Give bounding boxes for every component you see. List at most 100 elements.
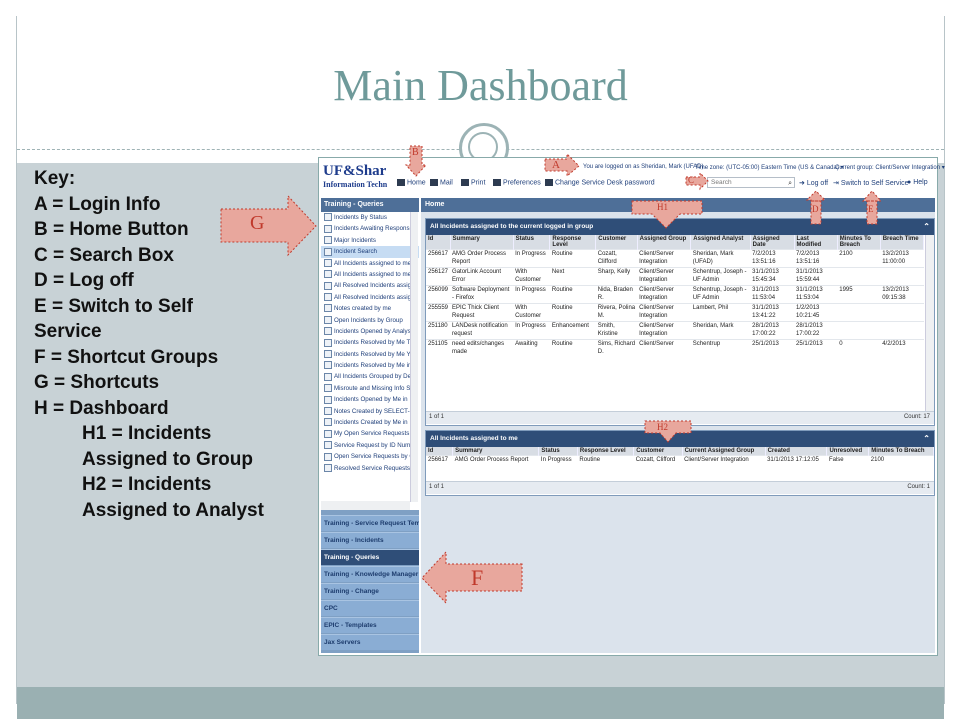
row-count: Count: 1 [907,484,930,490]
app-logo-subtitle: Information Techn [323,180,388,189]
shortcut-item[interactable]: All Incidents assigned to me [321,258,419,269]
shortcut-group-active[interactable]: Training - Queries [321,549,419,565]
table-cell: 31/1/2013 17:12:05 [765,455,827,466]
table-cell: LANDesk notification request [450,321,514,340]
print-button[interactable]: Print [461,179,485,186]
switch-self-service-button[interactable]: ⇥ Switch to Self Service [833,179,909,187]
incidents-group-scrollbar[interactable] [925,235,934,411]
column-header[interactable]: Minutes To Breach [837,235,881,250]
shortcut-item[interactable]: Resolved Service Requests [321,463,419,474]
column-header[interactable]: Response Level [577,447,635,456]
table-row[interactable]: 255559 EPIC Thick Client Request With Cust… [426,303,924,322]
shortcut-item[interactable]: Open Service Requests by G [321,451,419,462]
column-header[interactable]: Last Modified [794,235,838,250]
shortcut-scrollbar[interactable] [410,212,418,502]
page-indicator[interactable]: 1 of 1 [429,484,444,490]
app-logo: UF&Shar [323,163,387,179]
shortcut-group[interactable]: Training - Knowledge Manager [321,566,419,582]
shortcut-item[interactable]: Incidents By Status [321,212,419,223]
table-cell: 31/1/2013 13:41:22 [750,303,795,322]
shortcut-item[interactable]: Incidents Created by Me in [321,417,419,428]
table-cell: EPIC Thick Client Request [450,303,514,322]
column-header[interactable]: Customer [633,447,683,456]
shortcut-item[interactable]: Misroute and Missing Info S [321,383,419,394]
column-header[interactable]: Status [513,235,551,250]
home-button[interactable]: Home [397,179,426,186]
shortcut-item[interactable]: Open Incidents by Group [321,315,419,326]
table-row[interactable]: 256127 GatorLink Account Error With Custom… [426,267,924,286]
shortcut-item[interactable]: Incidents Awaiting Respons [321,223,419,234]
column-header[interactable]: Current Assigned Group [682,447,766,456]
timezone-select[interactable]: Time zone: (UTC-05:00) Eastern Time (US … [695,164,844,171]
callout-b-label: B [412,147,419,158]
table-row[interactable]: 256617 AMG Order Process Report In Progres… [426,455,934,466]
collapse-icon[interactable]: ⌃ [923,431,930,447]
shortcut-item[interactable]: All Resolved Incidents assig [321,280,419,291]
shortcut-item[interactable]: Incidents Resolved by Me in [321,360,419,371]
login-info: You are logged on as Sheridan, Mark (UFA… [583,164,704,170]
column-header[interactable]: Breach Time [880,235,924,250]
shortcut-item[interactable]: Incidents Opened by Analys [321,326,419,337]
table-row[interactable]: 256099 Software Deployment - Firefox In Pr… [426,285,924,304]
shortcut-group[interactable]: Training - Service Request Tem [321,515,419,531]
shortcut-item[interactable]: Service Request by ID Num [321,440,419,451]
shortcut-group[interactable]: CPC [321,600,419,616]
change-password-button[interactable]: Change Service Desk password [545,179,655,186]
query-icon [324,315,332,324]
table-row[interactable]: 251180 LANDesk notification request In Pro… [426,321,924,340]
table-cell: 28/1/2013 17:00:22 [794,321,838,340]
column-header[interactable]: Created [765,447,828,456]
shortcut-item[interactable]: Incidents Resolved by Me Y [321,349,419,360]
column-header[interactable]: Summary [450,235,514,250]
mail-button[interactable]: Mail [430,179,453,186]
panel-title: All Incidents assigned to the current lo… [426,219,934,235]
shortcut-group[interactable]: Training - Change [321,583,419,599]
key-subline: H1 = Incidents [82,423,212,444]
search-input[interactable]: Search ⌕ [707,177,795,188]
collapse-icon[interactable]: ⌃ [923,219,930,235]
shortcut-item[interactable]: Incidents Opened by Me in [321,394,419,405]
table-cell: Client/Server Integration [637,321,691,340]
shortcut-group[interactable]: Jax Servers [321,634,419,650]
print-icon [461,179,469,186]
query-icon [324,293,332,302]
query-icon [324,247,332,256]
log-off-button[interactable]: ➜ Log off [799,179,828,187]
mail-icon [430,179,438,186]
table-cell: 25/1/2013 [794,339,838,357]
shortcut-item[interactable]: My Open Service Requests [321,428,419,439]
shortcut-item[interactable]: Notes Created by SELECT- [321,406,419,417]
column-header[interactable]: Response Level [549,235,597,250]
column-header[interactable]: Assigned Group [637,235,692,250]
page-indicator[interactable]: 1 of 1 [429,414,444,420]
shortcut-group[interactable]: Training - Incidents [321,532,419,548]
table-cell: Cozatt, Clifford [595,249,638,268]
shortcut-item[interactable]: Major Incidents [321,235,419,246]
preferences-button[interactable]: Preferences [493,179,541,186]
table-row[interactable]: 256617 AMG Order Process Report In Progres… [426,249,924,268]
column-header[interactable]: Id [426,235,451,250]
column-header[interactable]: Status [538,447,578,456]
shortcut-item[interactable]: All Incidents assigned to me [321,269,419,280]
query-icon [324,452,332,461]
current-group-select[interactable]: Current group: Client/Server Integration… [835,164,945,171]
column-header[interactable]: Id [426,447,454,456]
shortcut-item[interactable]: All Incidents Grouped by De [321,371,419,382]
table-row[interactable]: 251105 need edits/changes made Awaiting Rou… [426,339,924,357]
column-header[interactable]: Assigned Analyst [690,235,751,250]
help-button[interactable]: ● Help [907,179,928,186]
shortcut-hscrollbar[interactable] [321,501,410,510]
column-header[interactable]: Assigned Date [750,235,795,250]
shortcut-item-selected[interactable]: Incident Search [321,246,419,258]
logoff-arrow-icon: ➜ [799,180,807,187]
shortcut-group[interactable]: EPIC - Templates [321,617,419,633]
column-header[interactable]: Unresolved [826,447,870,456]
column-header[interactable]: Summary [452,447,540,456]
query-icon [324,463,332,472]
column-header[interactable]: Minutes To Breach [868,447,934,456]
shortcut-item[interactable]: Notes created by me [321,303,419,314]
shortcut-item[interactable]: All Resolved Incidents assig [321,292,419,303]
column-header[interactable]: Customer [595,235,638,250]
shortcut-item[interactable]: Incidents Resolved by Me T [321,337,419,348]
app-topbar: UF&Shar Information Techn Home Mail Prin… [319,158,945,196]
